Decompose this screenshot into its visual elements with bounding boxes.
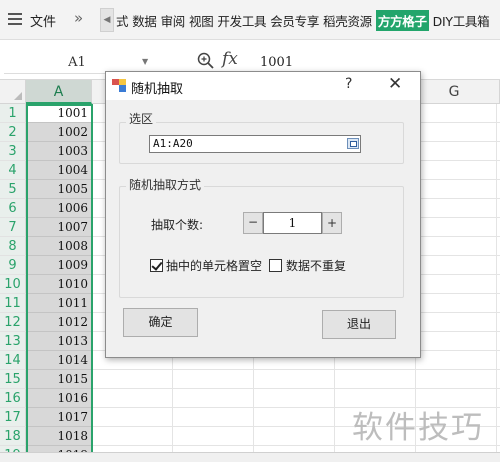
cell-a6[interactable]: 1006 (26, 199, 92, 218)
random-pick-dialog: 随机抽取 ? ✕ 选区 A1:A20 随机抽取方式 抽取个数: − 1 + 抽中… (105, 71, 421, 358)
tab-formula-partial[interactable]: 式 (116, 11, 129, 30)
row-header[interactable]: 3 (0, 142, 26, 161)
cell-a14[interactable]: 1014 (26, 351, 92, 370)
row-header[interactable]: 11 (0, 294, 26, 313)
table-row: 15 1015 (0, 370, 500, 389)
tab-review[interactable]: 审阅 (161, 11, 186, 30)
ok-button[interactable]: 确定 (123, 308, 198, 337)
tab-developer[interactable]: 开发工具 (217, 11, 266, 30)
cell-a8[interactable]: 1008 (26, 237, 92, 256)
tab-member[interactable]: 会员专享 (270, 11, 319, 30)
select-all-corner[interactable] (0, 80, 26, 104)
row-header[interactable]: 1 (0, 104, 26, 123)
tab-diy-toolbox[interactable]: DIY工具箱 (433, 11, 490, 30)
row-header[interactable]: 15 (0, 370, 26, 389)
row-header[interactable]: 9 (0, 256, 26, 275)
row-header[interactable]: 16 (0, 389, 26, 408)
cell-a4[interactable]: 1004 (26, 161, 92, 180)
no-duplicate-checkbox[interactable] (269, 259, 282, 272)
count-increment-button[interactable]: + (322, 212, 342, 234)
no-duplicate-label[interactable]: 数据不重复 (286, 257, 346, 274)
dialog-titlebar[interactable]: 随机抽取 ? ✕ (106, 72, 420, 100)
more-chevron-icon[interactable]: » (74, 9, 83, 27)
row-cells[interactable] (92, 370, 500, 389)
cell-a3[interactable]: 1003 (26, 142, 92, 161)
exit-button[interactable]: 退出 (322, 310, 396, 339)
row-header[interactable]: 4 (0, 161, 26, 180)
cell-a15[interactable]: 1015 (26, 370, 92, 389)
app-icon (112, 79, 126, 92)
column-header-a[interactable]: A (26, 80, 92, 104)
tab-docer-resources[interactable]: 稻壳资源 (323, 11, 372, 30)
row-header[interactable]: 18 (0, 427, 26, 446)
cell-a11[interactable]: 1011 (26, 294, 92, 313)
clear-picked-cells-label[interactable]: 抽中的单元格置空 (166, 257, 262, 274)
range-picker-icon[interactable] (347, 138, 359, 149)
row-header[interactable]: 8 (0, 237, 26, 256)
row-header[interactable]: 6 (0, 199, 26, 218)
cell-a1[interactable]: 1001 (26, 104, 92, 123)
cell-a12[interactable]: 1012 (26, 313, 92, 332)
row-header[interactable]: 5 (0, 180, 26, 199)
cell-a17[interactable]: 1017 (26, 408, 92, 427)
cell-a2[interactable]: 1002 (26, 123, 92, 142)
count-input[interactable]: 1 (263, 212, 322, 234)
name-box-dropdown-icon[interactable]: ▼ (142, 57, 148, 66)
file-menu[interactable]: 文件 (30, 11, 56, 30)
row-header[interactable]: 14 (0, 351, 26, 370)
ribbon-tabs: 式数据 审阅 视图 开发工具 会员专享 稻壳资源 方方格子 DIY工具箱 (116, 10, 493, 31)
tab-view[interactable]: 视图 (189, 11, 214, 30)
cell-a13[interactable]: 1013 (26, 332, 92, 351)
sheet-tab-bar[interactable] (0, 452, 500, 462)
method-group (119, 186, 404, 298)
row-header[interactable]: 2 (0, 123, 26, 142)
tab-data[interactable]: 数据 (132, 11, 157, 30)
row-header[interactable]: 12 (0, 313, 26, 332)
cell-a9[interactable]: 1009 (26, 256, 92, 275)
ribbon: 文件 » ◀ 式数据 审阅 视图 开发工具 会员专享 稻壳资源 方方格子 DIY工具箱 (0, 0, 500, 40)
count-label: 抽取个数: (151, 218, 204, 232)
help-button[interactable]: ? (345, 76, 352, 92)
zoom-icon[interactable] (197, 52, 215, 70)
column-header-g[interactable]: G (409, 80, 500, 104)
ribbon-scroll-left-button[interactable]: ◀ (100, 8, 114, 32)
count-decrement-button[interactable]: − (243, 212, 263, 234)
dialog-title: 随机抽取 (131, 82, 184, 97)
watermark-text: 软件技巧 (352, 410, 484, 446)
cell-a16[interactable]: 1016 (26, 389, 92, 408)
close-button[interactable]: ✕ (388, 74, 402, 94)
cell-a7[interactable]: 1007 (26, 218, 92, 237)
fx-icon[interactable]: fx (222, 49, 238, 69)
method-group-label: 随机抽取方式 (126, 176, 205, 193)
cell-a10[interactable]: 1010 (26, 275, 92, 294)
tab-fangfang-gezi[interactable]: 方方格子 (375, 10, 429, 31)
range-group-label: 选区 (126, 110, 157, 127)
row-header[interactable]: 13 (0, 332, 26, 351)
row-header[interactable]: 17 (0, 408, 26, 427)
row-header[interactable]: 7 (0, 218, 26, 237)
cell-a18[interactable]: 1018 (26, 427, 92, 446)
hamburger-menu-icon[interactable] (8, 13, 22, 25)
row-header[interactable]: 10 (0, 275, 26, 294)
range-input[interactable]: A1:A20 (149, 135, 361, 153)
clear-picked-cells-checkbox[interactable] (150, 259, 163, 272)
cell-a5[interactable]: 1005 (26, 180, 92, 199)
